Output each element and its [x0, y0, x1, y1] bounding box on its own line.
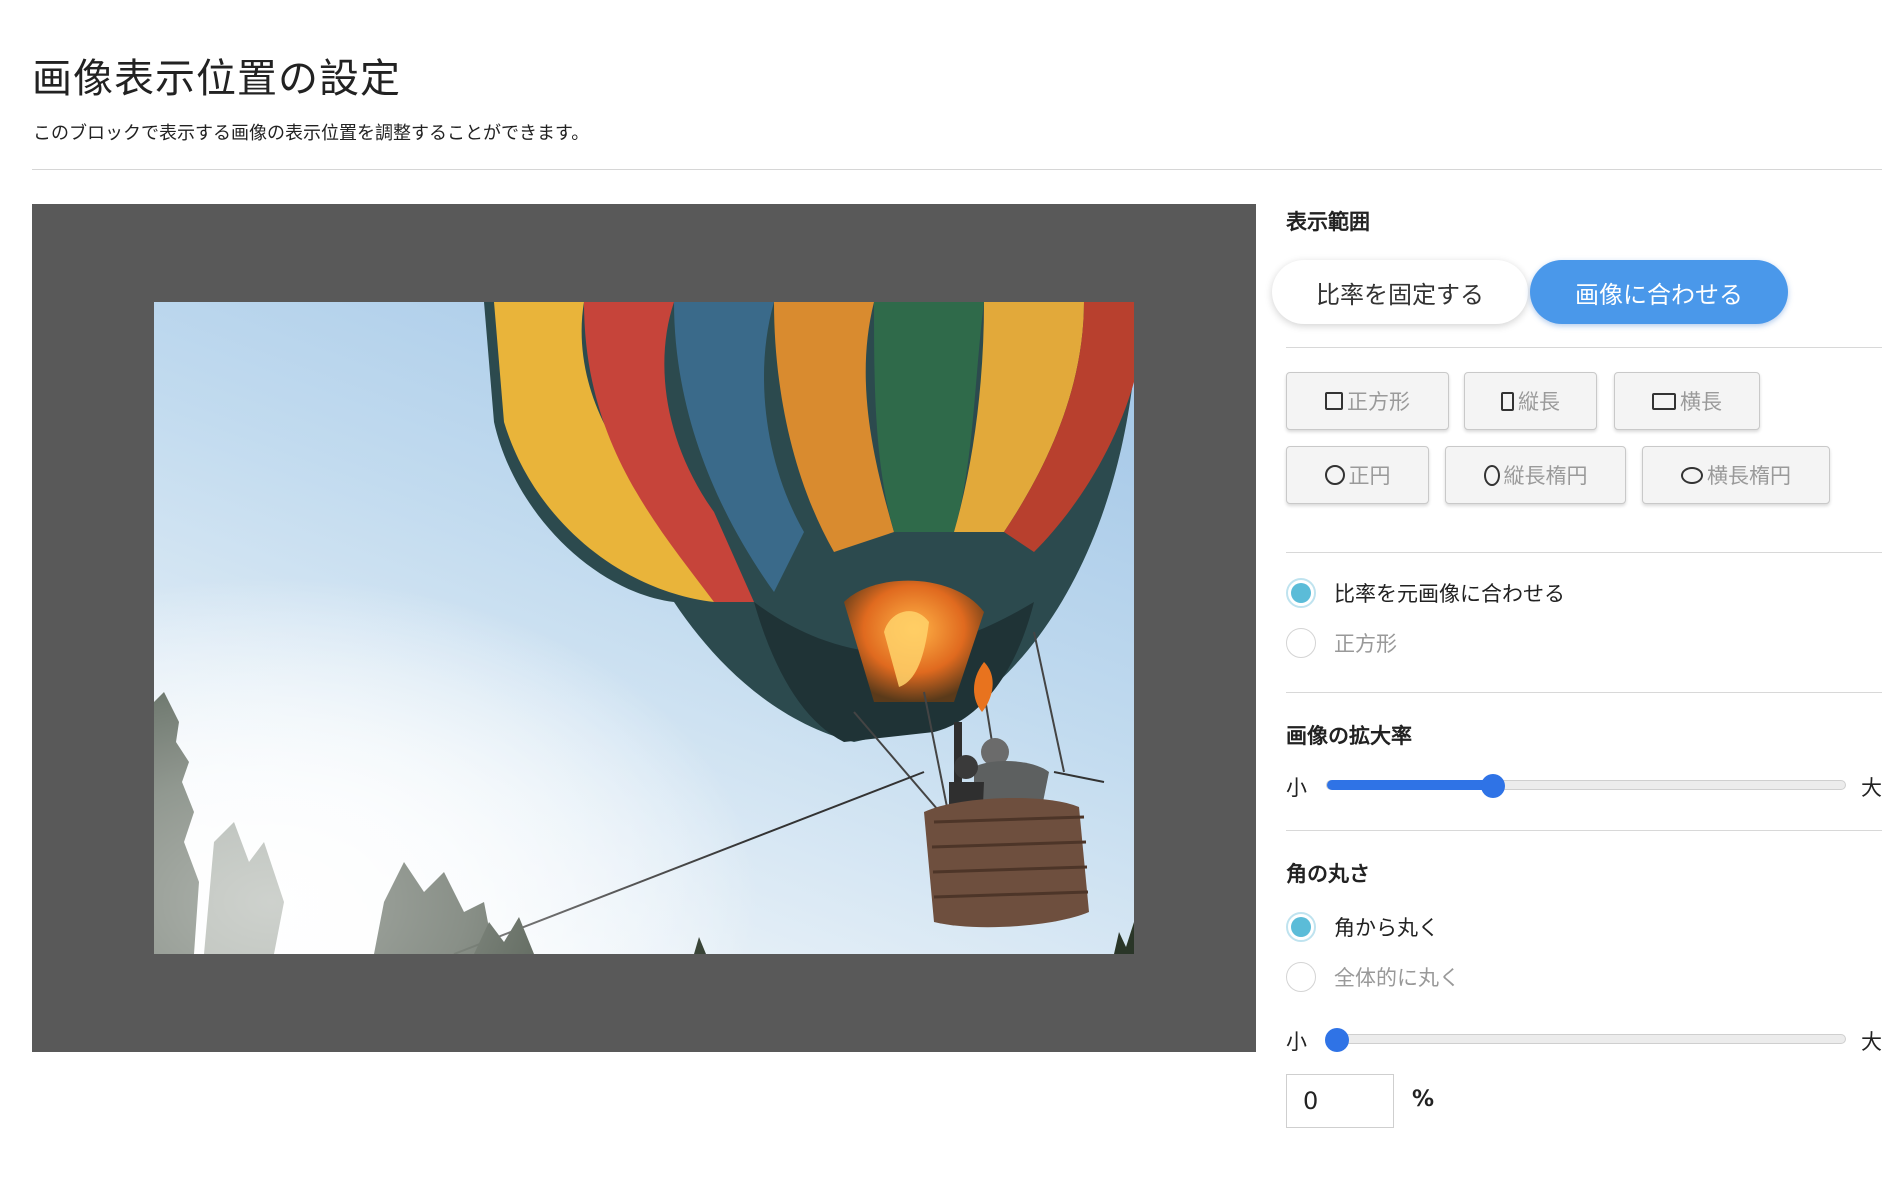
divider — [1286, 692, 1882, 693]
slider-track[interactable] — [1325, 1028, 1846, 1052]
slider-min-label: 小 — [1286, 1030, 1307, 1054]
shape-square-label: 正方形 — [1347, 390, 1410, 414]
radio-unchecked[interactable] — [1286, 628, 1316, 658]
divider — [1286, 552, 1882, 553]
shape-circle-label: 正円 — [1348, 464, 1391, 488]
wide-ellipse-icon — [1681, 466, 1703, 484]
radio-checked[interactable] — [1286, 912, 1316, 942]
corner-option-overall[interactable]: 全体的に丸く — [1286, 960, 1460, 994]
corner-radius-input[interactable] — [1286, 1074, 1394, 1128]
slider-track[interactable] — [1326, 774, 1846, 798]
page: 画像表示位置の設定 このブロックで表示する画像の表示位置を調整することができます… — [0, 0, 1904, 1192]
shape-wide-label: 横長 — [1680, 390, 1722, 414]
corner-slider[interactable]: 小 大 — [1286, 1024, 1882, 1054]
percent-unit: % — [1412, 1087, 1435, 1112]
preview-image[interactable] — [154, 302, 1134, 954]
shape-wide-button[interactable]: 横長 — [1614, 372, 1760, 430]
radio-label: 角から丸く — [1334, 916, 1439, 940]
shape-tall-ellipse-button[interactable]: 縦長楕円 — [1445, 446, 1626, 504]
slider-max-label: 大 — [1861, 1030, 1882, 1054]
radio-label: 比率を元画像に合わせる — [1334, 582, 1565, 606]
corner-label: 角の丸さ — [1286, 862, 1370, 886]
radio-checked[interactable] — [1286, 578, 1316, 608]
shape-wide-ellipse-button[interactable]: 横長楕円 — [1642, 446, 1830, 504]
slider-max-label: 大 — [1861, 776, 1882, 800]
shape-tall-ellipse-label: 縦長楕円 — [1503, 464, 1588, 488]
slider-fill — [1327, 780, 1493, 790]
radio-label: 正方形 — [1334, 632, 1397, 656]
corner-option-from-corner[interactable]: 角から丸く — [1286, 910, 1439, 944]
display-range-label: 表示範囲 — [1286, 210, 1370, 234]
wide-rectangle-icon — [1652, 392, 1676, 410]
shape-square-button[interactable]: 正方形 — [1286, 372, 1449, 430]
shape-wide-ellipse-label: 横長楕円 — [1707, 464, 1791, 488]
slider-thumb[interactable] — [1325, 1028, 1349, 1052]
zoom-label: 画像の拡大率 — [1286, 724, 1412, 748]
circle-icon — [1324, 465, 1345, 485]
hot-air-balloon-illustration — [154, 302, 1134, 954]
slider-min-label: 小 — [1286, 776, 1307, 800]
radio-label: 全体的に丸く — [1334, 966, 1460, 990]
square-icon — [1325, 392, 1343, 410]
page-title: 画像表示位置の設定 — [32, 56, 401, 102]
ratio-option-original[interactable]: 比率を元画像に合わせる — [1286, 576, 1565, 610]
divider — [1286, 830, 1882, 831]
ratio-option-square[interactable]: 正方形 — [1286, 626, 1397, 660]
shape-tall-button[interactable]: 縦長 — [1464, 372, 1597, 430]
image-preview-area — [32, 204, 1256, 1052]
tall-ellipse-icon — [1483, 464, 1500, 486]
fit-image-button[interactable]: 画像に合わせる — [1530, 260, 1788, 324]
radio-unchecked[interactable] — [1286, 962, 1316, 992]
divider — [1286, 347, 1882, 348]
slider-thumb[interactable] — [1480, 774, 1505, 798]
divider — [32, 169, 1882, 170]
shape-tall-label: 縦長 — [1518, 390, 1560, 414]
page-description: このブロックで表示する画像の表示位置を調整することができます。 — [33, 123, 590, 144]
fix-ratio-button[interactable]: 比率を固定する — [1272, 260, 1528, 324]
tall-rectangle-icon — [1501, 391, 1514, 411]
zoom-slider[interactable]: 小 大 — [1286, 770, 1882, 800]
shape-circle-button[interactable]: 正円 — [1286, 446, 1429, 504]
